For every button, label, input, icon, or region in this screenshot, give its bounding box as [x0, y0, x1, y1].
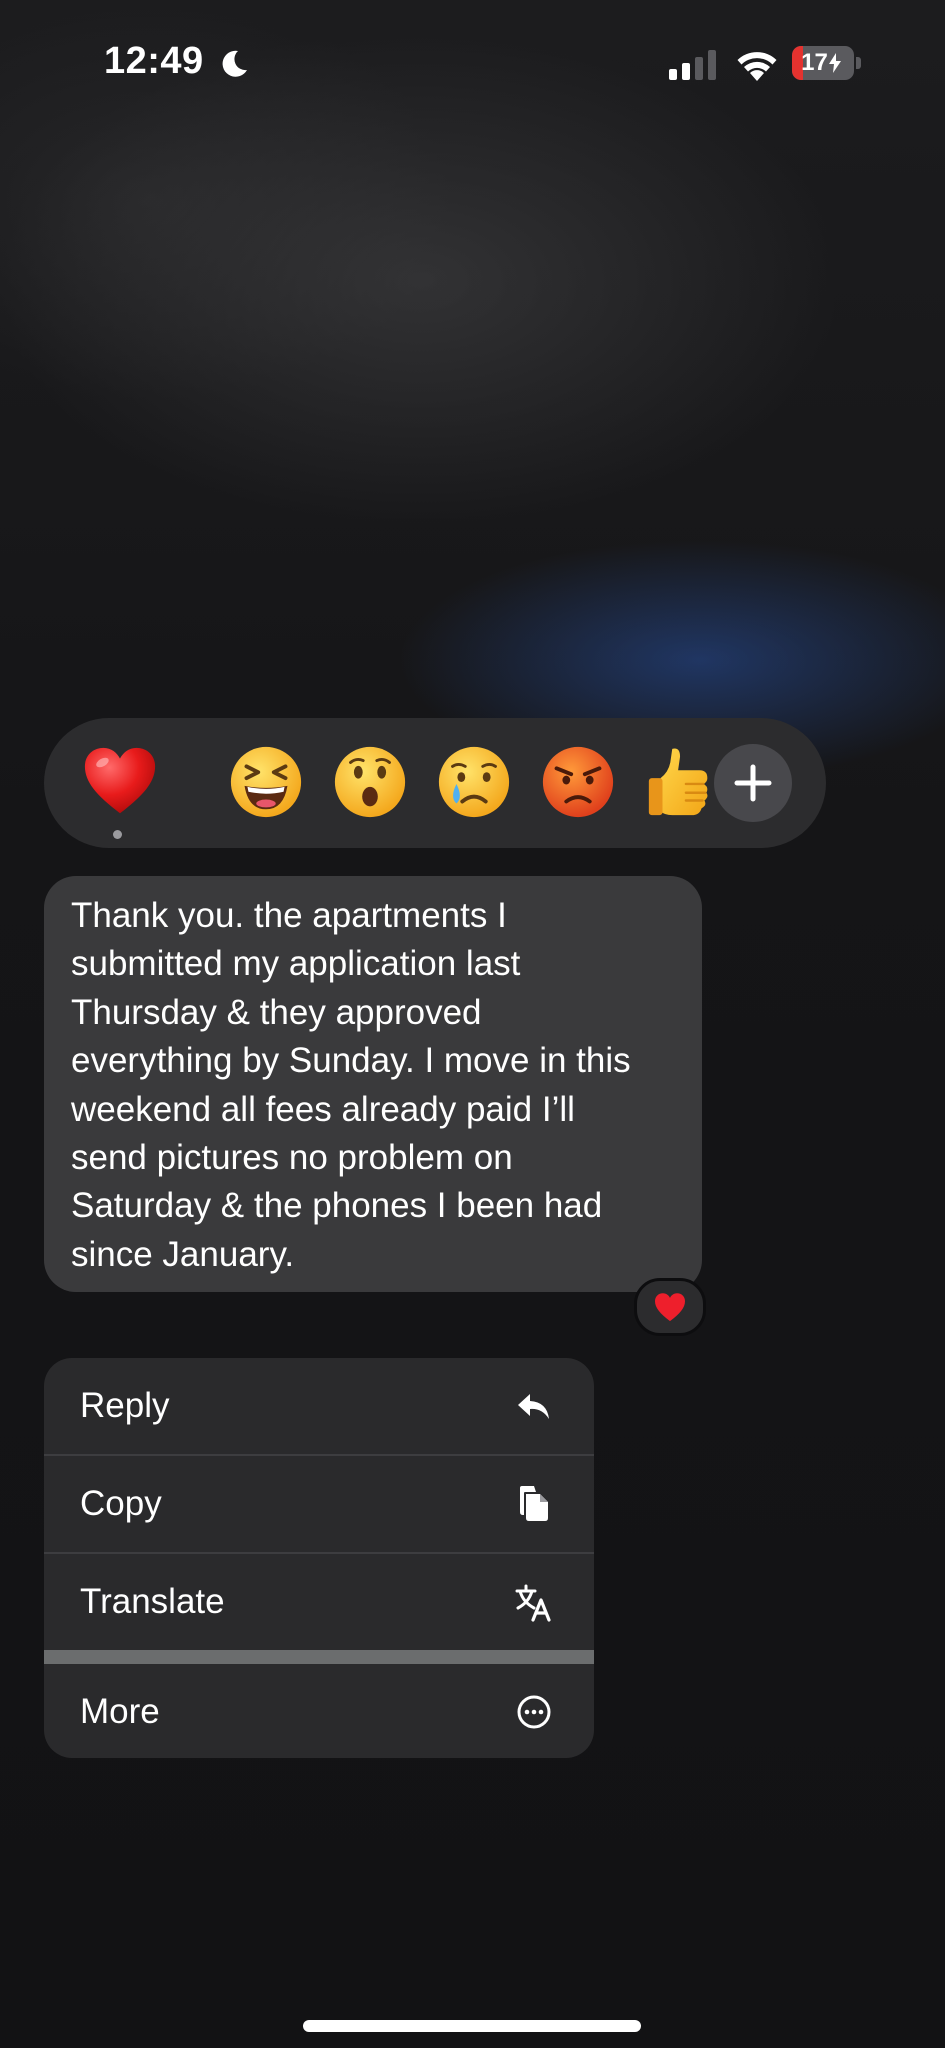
- menu-item-copy[interactable]: Copy: [44, 1456, 594, 1552]
- reaction-heart[interactable]: [78, 740, 162, 824]
- menu-item-label: Reply: [80, 1386, 170, 1425]
- more-reactions-button[interactable]: [714, 744, 792, 822]
- context-menu: Reply Copy Translate More: [44, 1358, 594, 1758]
- reaction-sad[interactable]: [432, 740, 516, 824]
- ellipsis-circle-icon: [517, 1695, 551, 1729]
- angry-face-icon: [542, 746, 614, 818]
- screen: 12:49 17 Thank you. the apartments I sub…: [0, 0, 945, 2048]
- laughing-face-icon: [230, 746, 302, 818]
- menu-item-more[interactable]: More: [44, 1664, 594, 1758]
- menu-section-separator: [44, 1650, 594, 1664]
- message-text: Thank you. the apartments I submitted my…: [71, 896, 631, 1274]
- menu-item-label: Copy: [80, 1484, 162, 1523]
- menu-item-label: More: [80, 1692, 160, 1731]
- cellular-signal-icon: [669, 50, 716, 80]
- reaction-angry[interactable]: [536, 740, 620, 824]
- plus-icon: [734, 764, 772, 802]
- reaction-bar: [44, 718, 826, 848]
- battery-cap: [856, 57, 861, 69]
- wifi-icon: [737, 52, 777, 81]
- battery-indicator: 17: [792, 46, 864, 82]
- reaction-thumbs-up[interactable]: [640, 740, 724, 824]
- status-bar: 12:49 17: [0, 0, 945, 120]
- menu-item-reply[interactable]: Reply: [44, 1358, 594, 1454]
- battery-body: 17: [792, 46, 854, 80]
- reply-arrow-icon: [518, 1394, 549, 1419]
- reaction-surprised[interactable]: [328, 740, 412, 824]
- moon-icon: [222, 50, 247, 77]
- message-bubble[interactable]: Thank you. the apartments I submitted my…: [44, 876, 702, 1292]
- red-heart-icon: [655, 1293, 685, 1322]
- crying-face-icon: [438, 746, 510, 818]
- thumbs-up-icon: [648, 748, 708, 816]
- home-indicator[interactable]: [303, 2020, 641, 2032]
- battery-level: 17: [792, 46, 850, 80]
- menu-item-translate[interactable]: Translate: [44, 1554, 594, 1650]
- surprised-face-icon: [334, 746, 406, 818]
- translate-icon: [515, 1584, 551, 1622]
- charging-bolt-icon: [828, 53, 841, 73]
- status-time: 12:49: [104, 40, 204, 82]
- reaction-laughing[interactable]: [224, 740, 308, 824]
- selected-reaction-indicator: [113, 830, 122, 839]
- menu-item-label: Translate: [80, 1582, 225, 1621]
- red-heart-icon: [84, 747, 156, 814]
- copy-icon: [520, 1486, 548, 1521]
- tapback-badge[interactable]: [634, 1278, 706, 1336]
